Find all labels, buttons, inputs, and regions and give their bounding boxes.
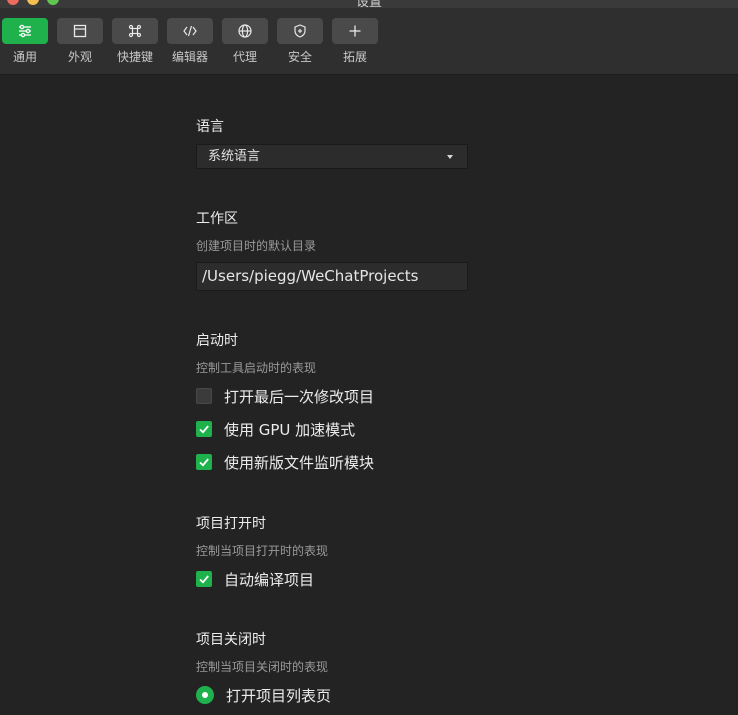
plus-icon (347, 23, 363, 39)
workspace-section-title: 工作区 (196, 211, 238, 227)
checkmark-icon (199, 425, 209, 434)
checkbox[interactable] (196, 421, 212, 437)
workspace-path-value: /Users/piegg/WeChatProjects (202, 267, 419, 285)
title-bar: 设置 (0, 0, 738, 8)
tab-extensions[interactable]: 拓展 (332, 18, 378, 65)
tab-extensions-label: 拓展 (342, 50, 367, 64)
tab-extensions-button[interactable] (332, 18, 378, 44)
startup-option-new-file-watcher[interactable]: 使用新版文件监听模块 (196, 452, 374, 472)
project-close-section-title: 项目关闭时 (196, 632, 266, 648)
checkbox-label: 打开最后一次修改项目 (224, 387, 375, 406)
tab-proxy-button[interactable] (222, 18, 268, 44)
language-select-value: 系统语言 (208, 149, 261, 164)
checkbox-label: 自动编译项目 (224, 570, 315, 589)
window-title: 设置 (355, 0, 382, 8)
checkbox-label: 使用 GPU 加速模式 (224, 420, 356, 439)
radio-dot (202, 692, 208, 698)
tab-editor-button[interactable] (167, 18, 213, 44)
tab-security-button[interactable] (277, 18, 323, 44)
project-open-option-auto-compile[interactable]: 自动编译项目 (196, 569, 314, 589)
tab-appearance-label: 外观 (67, 50, 92, 64)
tab-general-button[interactable] (2, 18, 48, 44)
startup-section-title: 启动时 (196, 333, 238, 349)
tab-security-label: 安全 (287, 50, 312, 64)
caret-down-icon (447, 155, 453, 159)
tab-proxy[interactable]: 代理 (222, 18, 268, 65)
settings-toolbar: 通用 外观 快捷键 编辑器 代理 安全 拓展 (0, 8, 738, 75)
sliders-icon (17, 23, 33, 39)
language-select[interactable]: 系统语言 (196, 144, 468, 169)
project-open-section-title: 项目打开时 (196, 516, 266, 532)
tab-editor-label: 编辑器 (171, 50, 208, 64)
checkbox-label: 使用新版文件监听模块 (224, 453, 375, 472)
tab-appearance-button[interactable] (57, 18, 103, 44)
tab-appearance[interactable]: 外观 (57, 18, 103, 65)
tab-general-label: 通用 (12, 50, 37, 64)
layout-icon (72, 23, 88, 39)
radio-label: 打开项目列表页 (226, 686, 332, 705)
radio-button[interactable] (196, 686, 214, 704)
project-close-section-desc: 控制当项目关闭时的表现 (196, 660, 329, 674)
tab-shortcuts-label: 快捷键 (116, 50, 153, 64)
project-open-section-desc: 控制当项目打开时的表现 (196, 544, 329, 558)
workspace-section-desc: 创建项目时的默认目录 (196, 239, 317, 253)
project-close-option-open-project-list[interactable]: 打开项目列表页 (196, 685, 331, 705)
startup-section-desc: 控制工具启动时的表现 (196, 361, 317, 375)
workspace-path-input[interactable]: /Users/piegg/WeChatProjects (196, 262, 468, 291)
language-section-title: 语言 (196, 119, 224, 135)
startup-option-open-last-project[interactable]: 打开最后一次修改项目 (196, 386, 374, 406)
tab-editor[interactable]: 编辑器 (167, 18, 213, 65)
globe-icon (237, 23, 253, 39)
checkmark-icon (199, 575, 209, 584)
code-icon (182, 23, 198, 39)
tab-general[interactable]: 通用 (2, 18, 48, 65)
tab-shortcuts[interactable]: 快捷键 (112, 18, 158, 65)
tab-shortcuts-button[interactable] (112, 18, 158, 44)
checkmark-icon (199, 458, 209, 467)
shield-icon (292, 23, 308, 39)
tab-proxy-label: 代理 (232, 50, 257, 64)
tab-security[interactable]: 安全 (277, 18, 323, 65)
checkbox[interactable] (196, 571, 212, 587)
checkbox[interactable] (196, 454, 212, 470)
command-key-icon (127, 23, 143, 39)
startup-option-gpu-acceleration[interactable]: 使用 GPU 加速模式 (196, 419, 355, 439)
checkbox[interactable] (196, 388, 212, 404)
